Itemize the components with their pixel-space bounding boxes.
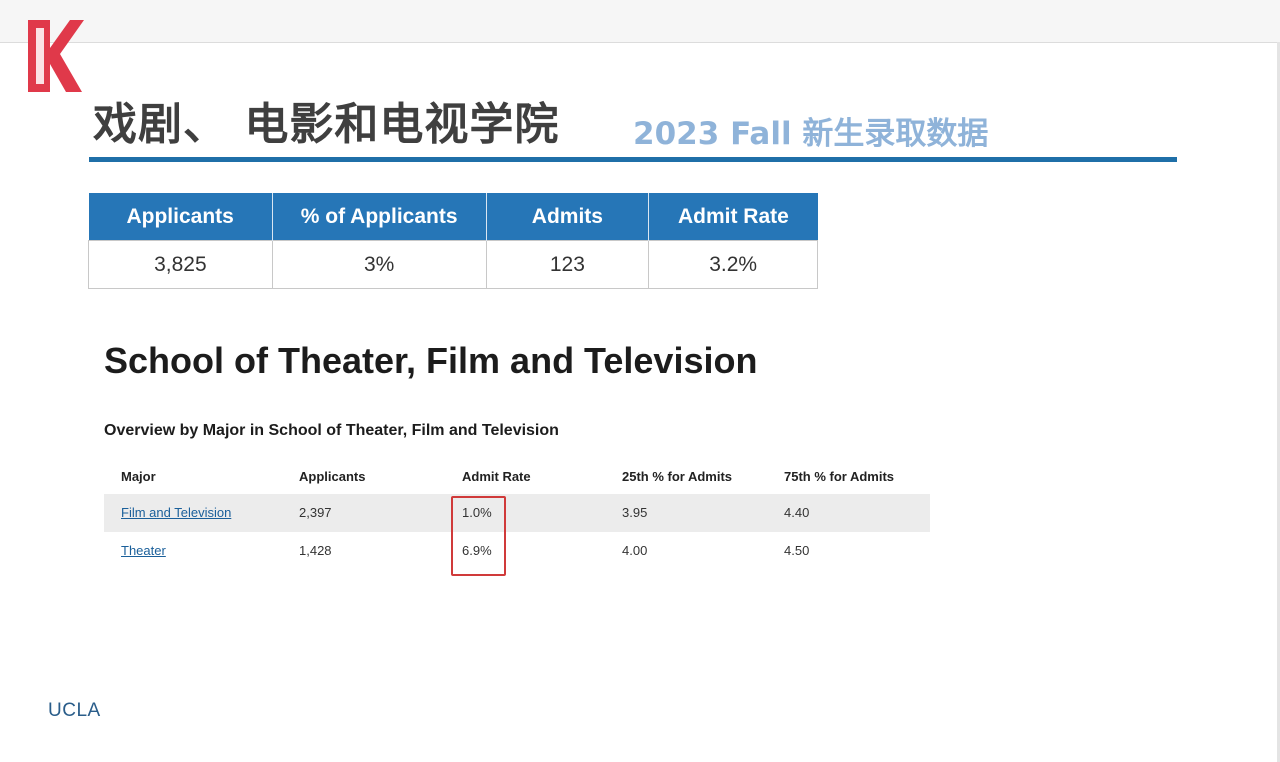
major-table: Major Applicants Admit Rate 25th % for A… — [104, 460, 930, 570]
applicants-value: 1,428 — [299, 543, 332, 558]
page-subtitle: 2023 Fall 新生录取数据 — [633, 116, 989, 152]
percentile-75-value: 4.50 — [784, 543, 810, 558]
column-header-75th: 75th % for Admits — [784, 469, 895, 484]
admit-rate-highlight-box — [451, 496, 506, 576]
summary-value-percent: 3% — [271, 240, 487, 289]
column-header-admit-rate: Admit Rate — [462, 469, 531, 484]
summary-header-applicants: Applicants — [88, 193, 273, 241]
summary-value-admits: 123 — [485, 240, 650, 289]
embedded-subtitle: Overview by Major in School of Theater, … — [104, 422, 559, 439]
table-row: Theater 1,428 6.9% 4.00 4.50 — [104, 532, 930, 570]
summary-table: Applicants % of Applicants Admits Admit … — [88, 193, 818, 289]
summary-header-row: Applicants % of Applicants Admits Admit … — [88, 193, 818, 241]
summary-header-admits: Admits — [486, 193, 650, 241]
applicants-value: 2,397 — [299, 505, 332, 520]
summary-value-row: 3,825 3% 123 3.2% — [88, 240, 818, 289]
summary-header-admit-rate: Admit Rate — [648, 193, 818, 241]
column-header-major: Major — [121, 469, 156, 484]
percentile-75-value: 4.40 — [784, 505, 810, 520]
table-row: Film and Television 2,397 1.0% 3.95 4.40 — [104, 494, 930, 532]
footer-label: UCLA — [48, 700, 101, 721]
top-bar — [0, 0, 1280, 43]
major-link-theater[interactable]: Theater — [121, 532, 166, 570]
title-divider — [89, 157, 1177, 162]
percentile-25-value: 4.00 — [622, 543, 648, 558]
column-header-applicants: Applicants — [299, 469, 366, 484]
percentile-25-value: 3.95 — [622, 505, 648, 520]
embedded-title: School of Theater, Film and Television — [104, 340, 758, 381]
page-title: 戏剧、 电影和电视学院 — [93, 99, 560, 150]
summary-header-percent: % of Applicants — [272, 193, 487, 241]
k-logo-icon — [28, 20, 84, 92]
summary-value-applicants: 3,825 — [88, 240, 273, 289]
major-table-header: Major Applicants Admit Rate 25th % for A… — [104, 460, 930, 494]
major-link-film-television[interactable]: Film and Television — [121, 494, 231, 532]
column-header-25th: 25th % for Admits — [622, 469, 733, 484]
summary-value-admit-rate: 3.2% — [648, 240, 818, 289]
